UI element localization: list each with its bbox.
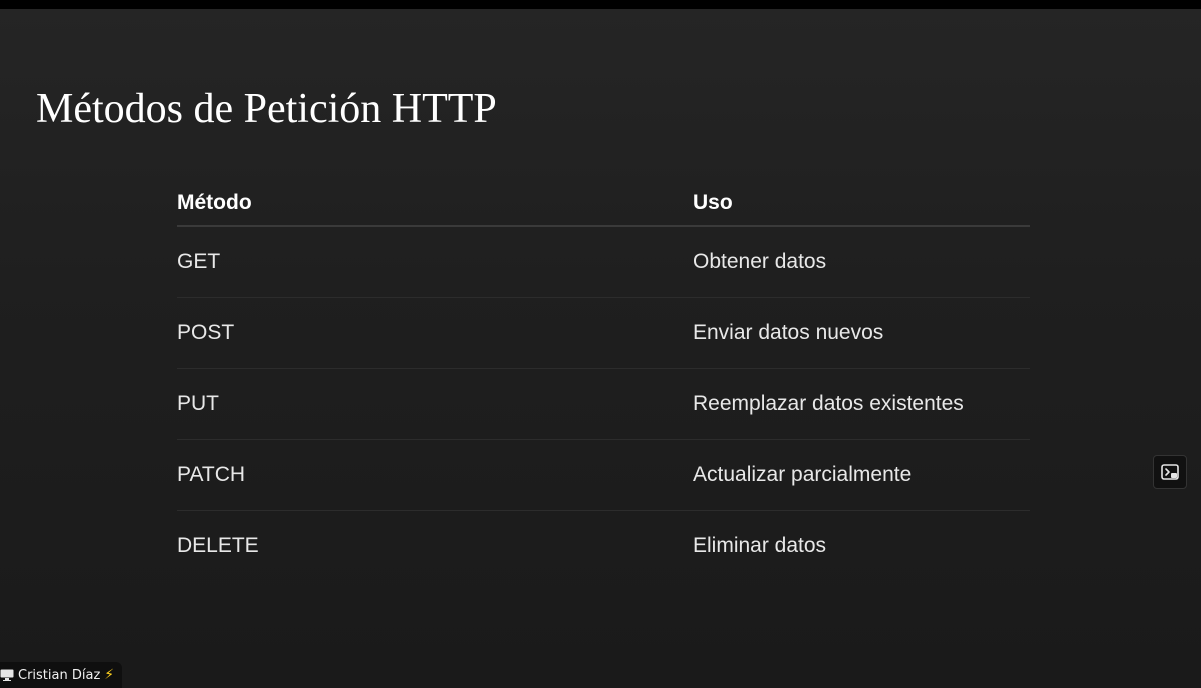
- use-cell: Actualizar parcialmente: [693, 462, 912, 486]
- table-row: PATCH Actualizar parcialmente: [177, 439, 1030, 510]
- table-row: GET Obtener datos: [177, 226, 1030, 297]
- picture-in-picture-button[interactable]: [1153, 455, 1187, 489]
- use-cell: Eliminar datos: [693, 533, 827, 557]
- table-header-row: Método Uso: [177, 180, 1030, 226]
- header-use: Uso: [693, 190, 733, 214]
- author-badge: Cristian Díaz ⚡: [0, 662, 123, 688]
- use-cell: Enviar datos nuevos: [693, 320, 884, 344]
- use-cell: Obtener datos: [693, 249, 827, 273]
- header-method: Método: [177, 190, 252, 214]
- monitor-icon: [0, 669, 14, 681]
- author-name: Cristian Díaz: [18, 667, 101, 683]
- table-row: DELETE Eliminar datos: [177, 510, 1030, 581]
- picture-in-picture-icon: [1161, 464, 1179, 480]
- table-row: PUT Reemplazar datos existentes: [177, 368, 1030, 439]
- method-cell: GET: [177, 249, 221, 273]
- method-cell: PATCH: [177, 462, 246, 486]
- use-cell: Reemplazar datos existentes: [693, 391, 964, 415]
- method-cell: POST: [177, 320, 235, 344]
- method-cell: PUT: [177, 391, 219, 415]
- table-row: POST Enviar datos nuevos: [177, 297, 1030, 368]
- lightning-bolt-icon: ⚡: [104, 667, 115, 683]
- method-cell: DELETE: [177, 533, 259, 557]
- slide-title: Métodos de Petición HTTP: [36, 86, 497, 132]
- http-methods-table: Método Uso GET Obtener datos POST Enviar…: [177, 180, 1030, 581]
- top-black-bar: [0, 0, 1201, 9]
